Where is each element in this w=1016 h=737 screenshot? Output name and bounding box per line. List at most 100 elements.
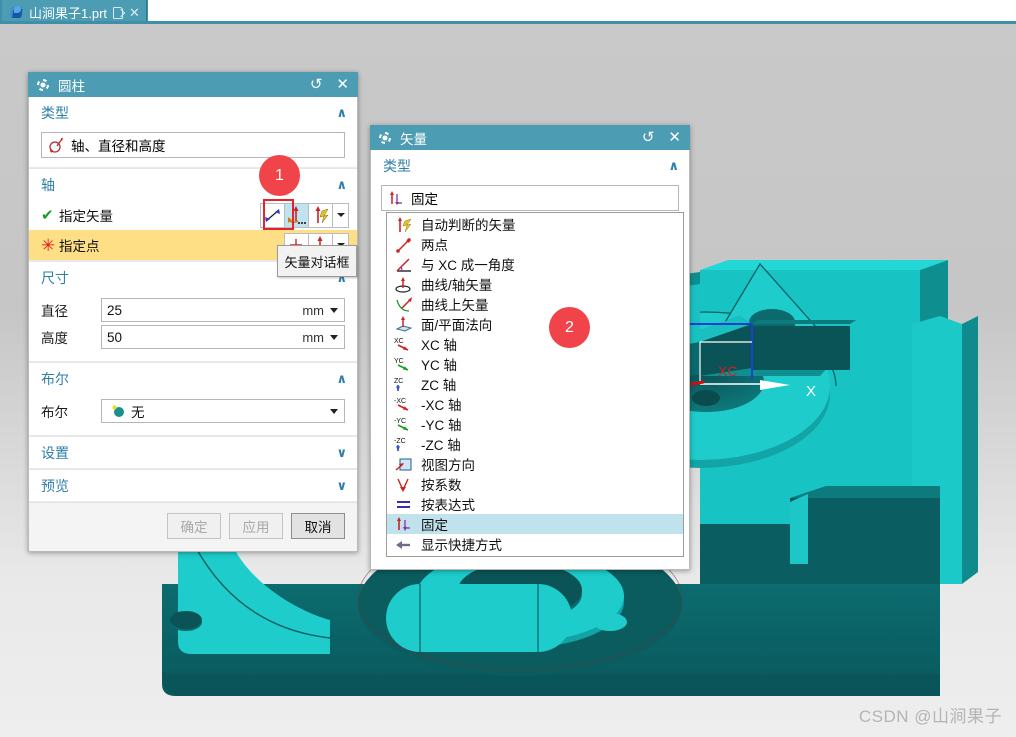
tab-strip: 山涧果子1.prt ✕: [0, 0, 1016, 24]
chevron-up-icon[interactable]: ∧: [336, 371, 347, 387]
section-axis-header[interactable]: 轴 ∧: [29, 168, 357, 200]
section-settings-header[interactable]: 设置 ∨: [29, 436, 357, 468]
vector-option-3[interactable]: 与 XC 成一角度: [387, 254, 683, 274]
vector-option-12[interactable]: -ZC -ZC 轴: [387, 434, 683, 454]
vector-type-dropdown-list[interactable]: 自动判断的矢量 两点与 XC 成一角度 曲线/轴矢量 曲线上矢量面/平面法向 XC XC …: [386, 212, 684, 557]
vector-option-13[interactable]: 视图方向: [387, 454, 683, 474]
height-field-row: 高度 50 mm: [41, 325, 345, 349]
vector-option-2[interactable]: 两点: [387, 234, 683, 254]
inferred-vector-icon: [394, 216, 414, 233]
show-shortcuts-icon: [394, 536, 414, 553]
document-tab-label: 山涧果子1.prt: [29, 5, 108, 21]
vector-option-label: 与 XC 成一角度: [421, 258, 515, 273]
svg-text:X: X: [806, 383, 816, 400]
section-dimensions-label: 尺寸: [41, 270, 69, 286]
vector-option-15[interactable]: 按表达式: [387, 494, 683, 514]
section-boolean-header[interactable]: 布尔 ∧: [29, 362, 357, 394]
document-tab[interactable]: 山涧果子1.prt ✕: [2, 0, 147, 24]
height-value[interactable]: 50: [107, 330, 297, 345]
check-icon: ✔: [41, 206, 54, 224]
chevron-down-icon[interactable]: [330, 335, 338, 340]
tab-strip-empty-area: [148, 0, 1016, 21]
vector-option-8[interactable]: YC YC 轴: [387, 354, 683, 374]
section-boolean-label: 布尔: [41, 371, 69, 387]
reverse-direction-button[interactable]: [260, 202, 285, 228]
section-dimensions-body: 直径 25 mm 高度 50 mm: [29, 293, 357, 361]
svg-text:XC: XC: [718, 363, 737, 379]
chevron-up-icon[interactable]: ∧: [668, 158, 679, 174]
diameter-input[interactable]: 25 mm: [101, 298, 345, 322]
vector-option-label: YC 轴: [421, 358, 458, 373]
neg-xc-axis-icon: -XC: [394, 396, 414, 413]
inferred-vector-button[interactable]: [308, 202, 333, 228]
apply-button[interactable]: 应用: [229, 513, 283, 539]
neg-zc-axis-icon: -ZC: [394, 436, 414, 453]
boolean-label: 布尔: [41, 405, 68, 420]
section-type-header[interactable]: 类型 ∧: [29, 97, 357, 128]
svg-text:ZC: ZC: [394, 378, 403, 385]
svg-text:-XC: -XC: [394, 398, 406, 405]
vector-dialog-button[interactable]: [284, 202, 309, 228]
close-icon[interactable]: ✕: [129, 6, 140, 19]
vector-button-group: [260, 202, 349, 228]
reset-icon[interactable]: ↺: [639, 130, 658, 145]
vector-type-header[interactable]: 类型 ∧: [371, 150, 689, 181]
vector-option-5[interactable]: 曲线上矢量: [387, 294, 683, 314]
svg-text:YC: YC: [394, 358, 404, 365]
section-type-label: 类型: [41, 105, 69, 121]
cylinder-type-combo[interactable]: 轴、直径和高度: [41, 132, 345, 158]
boolean-none-icon: [112, 405, 124, 417]
vector-option-17[interactable]: 显示快捷方式: [387, 534, 683, 554]
vector-option-11[interactable]: -YC -YC 轴: [387, 414, 683, 434]
vector-dialog-titlebar[interactable]: 矢量 ↺ ✕: [370, 125, 690, 150]
face-plane-normal-icon: [394, 315, 414, 333]
height-label: 高度: [41, 331, 68, 346]
cylinder-dialog[interactable]: 圆柱 ↺ ✕ 类型 ∧ 轴、直径和高度 轴 ∧ ✔ 指定矢量 ✳ 指定点 尺寸 …: [28, 72, 358, 552]
boolean-field-row: 布尔 无: [41, 399, 345, 423]
vector-type-combo[interactable]: 固定: [381, 185, 679, 211]
vector-option-7[interactable]: XC XC 轴: [387, 334, 683, 354]
chevron-down-icon[interactable]: ∨: [336, 445, 347, 461]
chevron-up-icon[interactable]: ∧: [336, 105, 347, 121]
specify-vector-row[interactable]: ✔ 指定矢量: [29, 200, 357, 230]
vector-option-label: 按系数: [421, 478, 462, 493]
reset-icon[interactable]: ↺: [307, 77, 326, 92]
boolean-combo[interactable]: 无: [101, 399, 345, 423]
section-type: 类型 ∧ 轴、直径和高度: [29, 97, 357, 168]
height-input[interactable]: 50 mm: [101, 325, 345, 349]
vector-option-label: -YC 轴: [421, 418, 462, 433]
chevron-down-icon[interactable]: [330, 308, 338, 313]
vector-option-14[interactable]: 按系数: [387, 474, 683, 494]
vector-option-16[interactable]: 固定: [387, 514, 683, 534]
close-icon[interactable]: ✕: [665, 130, 684, 145]
vector-option-6[interactable]: 面/平面法向: [387, 314, 683, 334]
section-preview: 预览 ∨: [29, 469, 357, 502]
close-icon[interactable]: ✕: [333, 77, 352, 92]
vector-option-label: 面/平面法向: [421, 318, 493, 333]
vector-option-label: 自动判断的矢量: [421, 218, 516, 233]
diameter-value[interactable]: 25: [107, 303, 297, 318]
tooltip-text: 矢量对话框: [284, 254, 350, 270]
chevron-down-icon[interactable]: [330, 409, 338, 414]
save-icon[interactable]: [112, 6, 124, 19]
section-preview-header[interactable]: 预览 ∨: [29, 469, 357, 501]
vector-dropdown-button[interactable]: [332, 202, 349, 228]
chevron-up-icon[interactable]: ∧: [336, 177, 347, 193]
vector-option-10[interactable]: -XC -XC 轴: [387, 394, 683, 414]
ok-button[interactable]: 确定: [167, 513, 221, 539]
vector-option-label: 曲线/轴矢量: [421, 278, 493, 293]
chevron-down-icon[interactable]: ∨: [336, 478, 347, 494]
cancel-button[interactable]: 取消: [291, 513, 345, 539]
cylinder-type-value: 轴、直径和高度: [71, 139, 166, 154]
vector-option-label: XC 轴: [421, 338, 458, 353]
cylinder-dialog-titlebar[interactable]: 圆柱 ↺ ✕: [28, 72, 358, 97]
cylinder-dialog-title: 圆柱: [58, 78, 85, 94]
tooltip: 矢量对话框: [277, 245, 357, 277]
fixed-vector-icon: [394, 516, 414, 533]
vector-option-1[interactable]: 自动判断的矢量: [387, 214, 683, 234]
vector-option-4[interactable]: 曲线/轴矢量: [387, 274, 683, 294]
vector-option-label: -ZC 轴: [421, 438, 461, 453]
vector-option-9[interactable]: ZC ZC 轴: [387, 374, 683, 394]
by-expression-icon: [394, 496, 414, 513]
vector-option-label: 显示快捷方式: [421, 538, 502, 553]
